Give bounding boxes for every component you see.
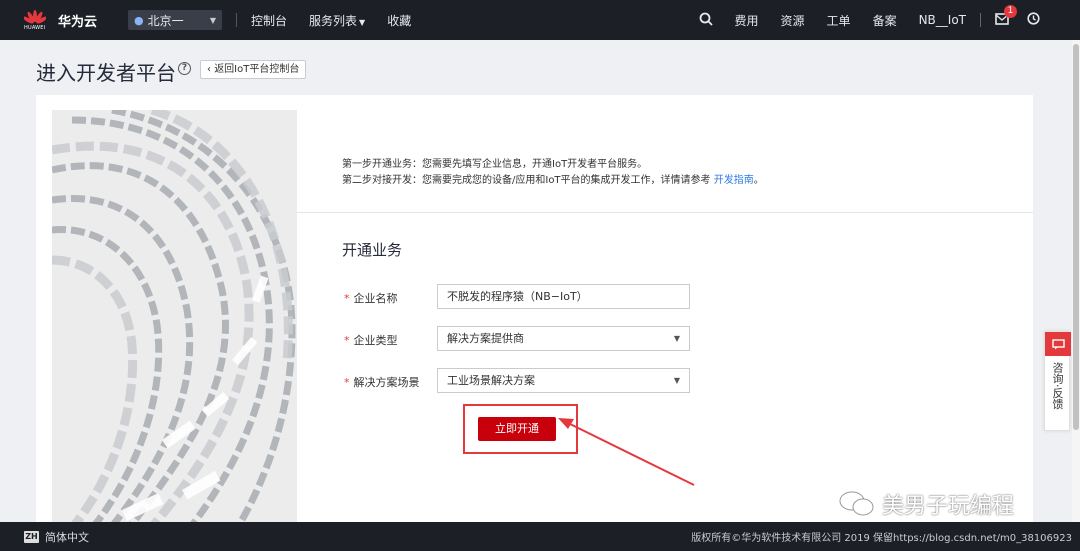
required-marker: * [344,292,350,305]
mail-badge: 1 [1004,4,1017,18]
page-scrollbar[interactable] [1072,40,1080,522]
back-button-label: 返回IoT平台控制台 [214,64,300,75]
solution-scenario-value: 工业场景解决方案 [447,374,535,387]
nav-service-list-label: 服务列表 [309,13,358,28]
copyright-text: 版权所有©华为软件技术有限公司 2019 保留https://blog.csdn… [691,533,1072,544]
huawei-logo[interactable]: HUAWEI 华为云 [24,9,124,31]
nav-console[interactable]: 控制台 [251,12,287,29]
solution-scenario-select[interactable]: 工业场景解决方案 ▼ [437,368,690,393]
annotation-arrow [558,418,695,486]
company-name-input[interactable]: 不脱发的程序猿（NB−IoT） [437,284,690,309]
top-navbar: HUAWEI 华为云 ● 北京一 ▼ 控制台 服务列表 ▼ 收藏 费用 资源 工单… [0,0,1080,40]
huawei-wordmark: HUAWEI [24,25,46,31]
chevron-down-icon: ▼ [209,15,216,25]
region-selector[interactable]: ● 北京一 ▼ [128,10,222,30]
right-nav: 费用 资源 工单 备案 NB__IoT 1 [677,0,1040,40]
intro-step2-end: 。 [753,175,764,186]
dropdown-arrow-icon: ▼ [673,376,680,385]
nav-billing[interactable]: 费用 [735,12,759,29]
solution-scenario-label-text: 解决方案场景 [353,376,420,389]
footer: ZH 简体中文 版权所有©华为软件技术有限公司 2019 保留https://b… [0,522,1080,551]
chevron-down-icon: ▼ [359,17,366,27]
intro-step2-text: 第二步对接开发：您需要完成您的设备/应用和IoT平台的集成开发工作，详情请参考 [342,175,714,186]
clock-icon[interactable] [1027,12,1040,28]
decorative-swirl-image [52,110,297,551]
brand-name: 华为云 [58,14,98,30]
required-marker: * [344,334,350,347]
consult-feedback-label: 咨询·反馈 [1051,362,1064,410]
language-icon: ZH [24,530,39,543]
help-icon[interactable]: ? [178,62,191,75]
nav-divider [236,13,237,27]
solution-scenario-label: * 解决方案场景 [344,374,420,390]
mail-icon[interactable]: 1 [995,4,1017,28]
wechat-icon [839,491,874,516]
search-icon[interactable] [699,12,713,29]
dropdown-arrow-icon: ▼ [673,334,680,343]
scrollbar-thumb[interactable] [1073,44,1079,430]
nav-service-list[interactable]: 服务列表 ▼ [309,12,365,29]
watermark-text: 美男子玩编程 [882,494,1015,519]
wechat-watermark: 美男子玩编程 [838,488,1014,520]
form-section-title: 开通业务 [342,241,403,259]
company-type-value: 解决方案提供商 [447,332,524,345]
chat-icon [1045,332,1071,356]
company-type-label-text: 企业类型 [353,334,398,347]
activate-now-button[interactable]: 立即开通 [478,417,556,441]
dev-guide-link[interactable]: 开发指南 [714,175,754,186]
main-card: 第一步开通业务：您需要先填写企业信息，开通IoT开发者平台服务。 第二步对接开发… [36,95,1033,551]
region-label: 北京一 [147,13,184,28]
language-switch[interactable]: 简体中文 [45,529,89,545]
intro-step2: 第二步对接开发：您需要完成您的设备/应用和IoT平台的集成开发工作，详情请参考 … [342,173,764,189]
nav-account[interactable]: NB__IoT [919,13,966,27]
nav-resources[interactable]: 资源 [781,12,805,29]
nav-tickets[interactable]: 工单 [827,12,851,29]
section-divider [297,212,1033,213]
swirl-art [52,110,297,551]
page-title: 进入开发者平台 [36,61,176,85]
company-name-label-text: 企业名称 [353,292,398,305]
consult-feedback-panel[interactable]: 咨询·反馈 [1044,331,1071,431]
nav-favorites[interactable]: 收藏 [387,12,411,29]
company-name-label: * 企业名称 [344,290,398,306]
intro-text: 第一步开通业务：您需要先填写企业信息，开通IoT开发者平台服务。 第二步对接开发… [342,157,764,189]
company-type-select[interactable]: 解决方案提供商 ▼ [437,326,690,351]
nav-filing[interactable]: 备案 [873,12,897,29]
nav-divider [980,13,981,27]
back-to-console-button[interactable]: ‹ 返回IoT平台控制台 [200,60,307,79]
intro-step1: 第一步开通业务：您需要先填写企业信息，开通IoT开发者平台服务。 [342,159,648,170]
required-marker: * [344,376,350,389]
company-type-label: * 企业类型 [344,332,398,348]
location-pin-icon: ● [134,13,144,27]
